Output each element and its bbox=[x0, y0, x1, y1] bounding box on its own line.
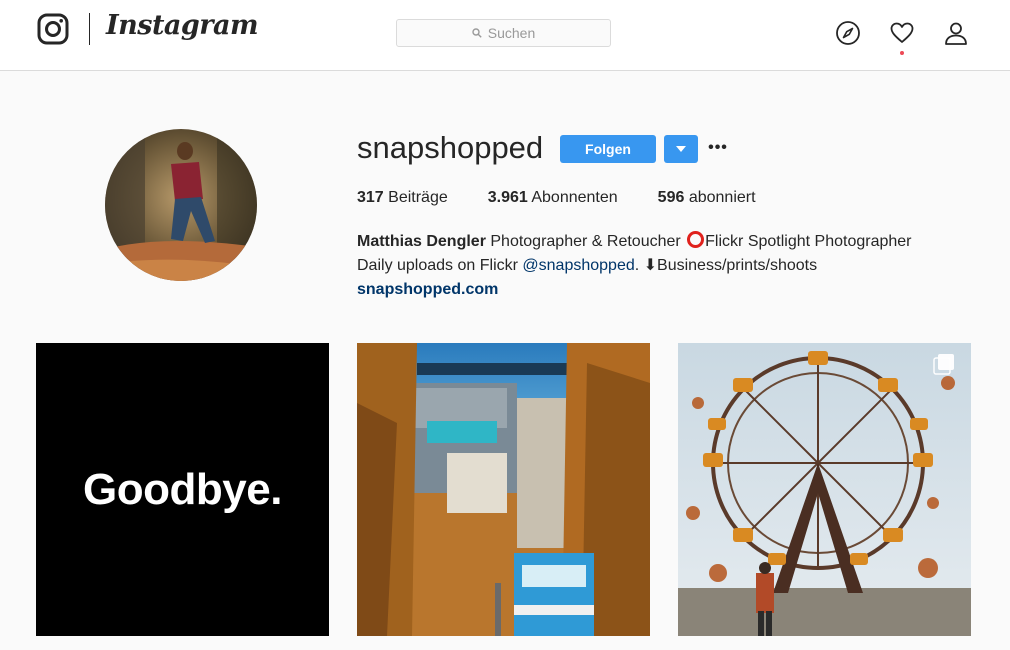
following-label: abonniert bbox=[688, 189, 756, 206]
user-icon[interactable] bbox=[943, 20, 969, 46]
posts-label: Beiträge bbox=[388, 189, 448, 206]
bio-text-4: . ⬇Business/prints/shoots bbox=[634, 257, 818, 274]
profile-username: snapshopped bbox=[357, 130, 544, 165]
profile-bio: Matthias Dengler Photographer & Retouche… bbox=[357, 230, 977, 302]
logo-divider bbox=[89, 13, 90, 45]
brand-wordmark[interactable]: Instagram bbox=[106, 10, 259, 41]
profile-stats: 317 Beiträge 3.961 Abonnenten 596 abonni… bbox=[357, 189, 796, 207]
instagram-logo-icon[interactable] bbox=[37, 13, 69, 45]
website-link[interactable]: snapshopped.com bbox=[357, 281, 498, 298]
top-nav: Instagram Suchen bbox=[0, 0, 1010, 71]
mention-link[interactable]: @snapshopped bbox=[522, 257, 634, 274]
post-thumbnail[interactable] bbox=[678, 343, 971, 636]
more-options-button[interactable]: ••• bbox=[708, 137, 728, 159]
ferris-wheel-image bbox=[678, 343, 971, 636]
notification-dot bbox=[900, 51, 904, 55]
heart-icon[interactable] bbox=[889, 20, 915, 46]
bio-text-2: Flickr Spotlight Photographer bbox=[705, 233, 912, 250]
followers-label: Abonnenten bbox=[531, 189, 618, 206]
full-name: Matthias Dengler bbox=[357, 233, 486, 250]
following-count: 596 bbox=[657, 189, 685, 206]
stat-posts: 317 Beiträge bbox=[357, 189, 448, 207]
compass-icon[interactable] bbox=[835, 20, 861, 46]
bio-text-3: Daily uploads on Flickr bbox=[357, 257, 523, 274]
followers-count: 3.961 bbox=[487, 189, 528, 206]
bio-line-1: Matthias Dengler Photographer & Retouche… bbox=[357, 230, 977, 254]
post-caption-image-text: Goodbye. bbox=[83, 464, 282, 514]
search-icon bbox=[472, 28, 482, 38]
posts-count: 317 bbox=[357, 189, 384, 206]
post-thumbnail[interactable] bbox=[357, 343, 650, 636]
search-input[interactable]: Suchen bbox=[396, 19, 611, 47]
red-circle-icon bbox=[687, 231, 705, 248]
multiple-photos-icon bbox=[933, 354, 954, 375]
suggestions-dropdown-button[interactable] bbox=[664, 135, 698, 163]
chevron-down-icon bbox=[676, 146, 686, 152]
post-thumbnail[interactable]: Goodbye. bbox=[36, 343, 329, 636]
stat-followers[interactable]: 3.961 Abonnenten bbox=[488, 189, 618, 207]
search-placeholder: Suchen bbox=[487, 25, 536, 41]
stat-following[interactable]: 596 abonniert bbox=[658, 189, 756, 207]
bio-text: Photographer & Retoucher bbox=[485, 233, 686, 250]
follow-button[interactable]: Folgen bbox=[560, 135, 656, 163]
bio-line-2: Daily uploads on Flickr @snapshopped. ⬇B… bbox=[357, 254, 977, 278]
profile-avatar[interactable] bbox=[105, 129, 257, 281]
